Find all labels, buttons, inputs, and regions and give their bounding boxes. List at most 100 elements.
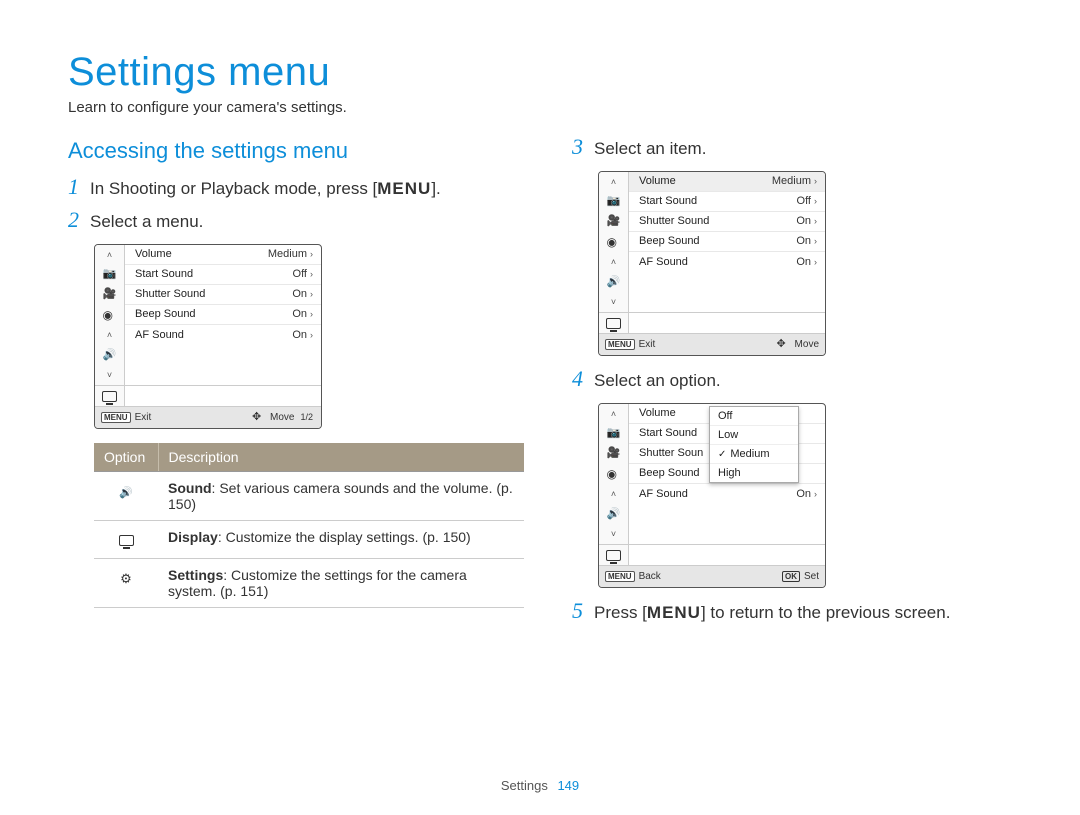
- display-icon: [599, 313, 628, 333]
- lcd-list: VolumeMedium› Start SoundOff› Shutter So…: [629, 172, 825, 312]
- label: Start Sound: [135, 268, 193, 280]
- step-text: In Shooting or Playback mode, press [MEN…: [90, 178, 524, 201]
- chevron-right-icon: ›: [310, 289, 313, 299]
- page-title: Settings menu: [68, 50, 1012, 95]
- option-description-table: Option Description Sound: Set various ca…: [94, 443, 524, 608]
- menu-item-shutter-sound: Shutter SoundOn›: [125, 285, 321, 305]
- lcd-screenshot-menu: ˄ ˄ ˅ VolumeMedium› Start SoundOff› Shut…: [94, 244, 322, 429]
- step-2: 2 Select a menu.: [68, 211, 524, 234]
- volume-option-dropdown: Off Low Medium High: [709, 406, 799, 483]
- footer-section: Settings: [501, 778, 548, 793]
- footer-set: Set: [804, 571, 819, 582]
- chevron-right-icon: ›: [814, 236, 817, 246]
- label: Volume: [639, 407, 676, 419]
- label: AF Sound: [135, 329, 184, 341]
- table-row: Settings: Customize the settings for the…: [94, 558, 524, 607]
- step-1: 1 In Shooting or Playback mode, press [M…: [68, 178, 524, 201]
- option-medium-selected: Medium: [710, 445, 798, 464]
- table-row: Display: Customize the display settings.…: [94, 520, 524, 558]
- step-number: 2: [68, 209, 90, 231]
- chevron-up-icon: ˄: [599, 404, 628, 424]
- chevron-right-icon: ›: [310, 269, 313, 279]
- page-footer: Settings 149: [0, 778, 1080, 793]
- video-icon: [95, 285, 124, 305]
- menu-item-shutter-sound: Shutter SoundOn›: [629, 212, 825, 232]
- display-icon: [599, 545, 628, 565]
- footer-move: Move: [270, 412, 294, 423]
- step-5: 5 Press [MENU] to return to the previous…: [572, 602, 1012, 625]
- value: On: [292, 288, 307, 300]
- step-number: 1: [68, 176, 90, 198]
- sound-icon: [94, 471, 158, 520]
- display-icon: [95, 386, 124, 406]
- chevron-right-icon: ›: [310, 249, 313, 259]
- value: On: [292, 308, 307, 320]
- chevron-up-icon: ˄: [95, 245, 124, 265]
- label: Beep Sound: [639, 235, 700, 247]
- menu-item-volume-selected: VolumeMedium›: [629, 172, 825, 192]
- footer-page: 1/2: [300, 412, 321, 422]
- label: Start Sound: [639, 427, 697, 439]
- target-icon: [599, 464, 628, 484]
- value: Medium: [772, 175, 811, 187]
- value: On: [796, 235, 811, 247]
- footer-page-number: 149: [557, 778, 579, 793]
- camera-icon: [95, 265, 124, 285]
- desc-sound: Sound: Set various camera sounds and the…: [158, 471, 524, 520]
- chevron-down-small-icon: ˅: [599, 524, 628, 544]
- menu-label: MENU: [647, 603, 701, 622]
- label: Start Sound: [639, 195, 697, 207]
- step-text: Select an option.: [594, 370, 1012, 393]
- value: Medium: [268, 248, 307, 260]
- video-icon: [599, 444, 628, 464]
- target-icon: [95, 305, 124, 325]
- step-text: Select a menu.: [90, 211, 524, 234]
- chevron-right-icon: ›: [814, 196, 817, 206]
- settings-icon: [94, 558, 158, 607]
- option-off: Off: [710, 407, 798, 426]
- menu-tag-icon: MENU: [101, 412, 131, 423]
- label: AF Sound: [639, 488, 688, 500]
- menu-item-start-sound: Start Sound Off›: [125, 265, 321, 285]
- menu-item-af-sound: AF SoundOn›: [629, 252, 825, 272]
- step-number: 3: [572, 136, 594, 158]
- chevron-up-small-icon: ˄: [95, 325, 124, 345]
- label: Beep Sound: [135, 308, 196, 320]
- chevron-up-icon: ˄: [599, 172, 628, 192]
- menu-item-beep-sound: Beep Sound On›: [629, 232, 825, 252]
- joystick-icon: [777, 337, 791, 351]
- lcd-footer: MENUExit Move: [599, 333, 825, 355]
- label: AF Sound: [639, 256, 688, 268]
- step-number: 5: [572, 600, 594, 622]
- value: Off: [293, 268, 307, 280]
- right-column: 3 Select an item. ˄ ˄ ˅ Volu: [572, 138, 1012, 635]
- chevron-up-small-icon: ˄: [599, 484, 628, 504]
- option-high: High: [710, 464, 798, 482]
- sound-icon: [599, 504, 628, 524]
- target-icon: [599, 232, 628, 252]
- label: Volume: [135, 248, 172, 260]
- page-intro: Learn to configure your camera's setting…: [68, 99, 1012, 116]
- menu-item-start-sound: Start SoundOff›: [629, 192, 825, 212]
- th-description: Description: [158, 443, 524, 472]
- display-icon: [94, 520, 158, 558]
- step5-pre: Press [: [594, 603, 647, 622]
- step5-post: ] to return to the previous screen.: [701, 603, 950, 622]
- lcd-screenshot-item: ˄ ˄ ˅ VolumeMedium› Start SoundOff› Shut…: [598, 171, 826, 356]
- chevron-right-icon: ›: [814, 489, 817, 499]
- step-text: Select an item.: [594, 138, 1012, 161]
- option-low: Low: [710, 426, 798, 445]
- sound-icon: [599, 272, 628, 292]
- footer-exit: Exit: [639, 339, 656, 350]
- label: Shutter Soun: [639, 447, 703, 459]
- sound-icon: [95, 345, 124, 365]
- step-number: 4: [572, 368, 594, 390]
- step-text: Press [MENU] to return to the previous s…: [594, 602, 1012, 625]
- chevron-down-small-icon: ˅: [599, 292, 628, 312]
- value: On: [796, 256, 811, 268]
- ok-tag-icon: OK: [782, 571, 800, 582]
- step1-pre: In Shooting or Playback mode, press [: [90, 179, 377, 198]
- lcd-footer: MENUBack OKSet: [599, 565, 825, 587]
- chevron-right-icon: ›: [310, 330, 313, 340]
- value: On: [796, 488, 811, 500]
